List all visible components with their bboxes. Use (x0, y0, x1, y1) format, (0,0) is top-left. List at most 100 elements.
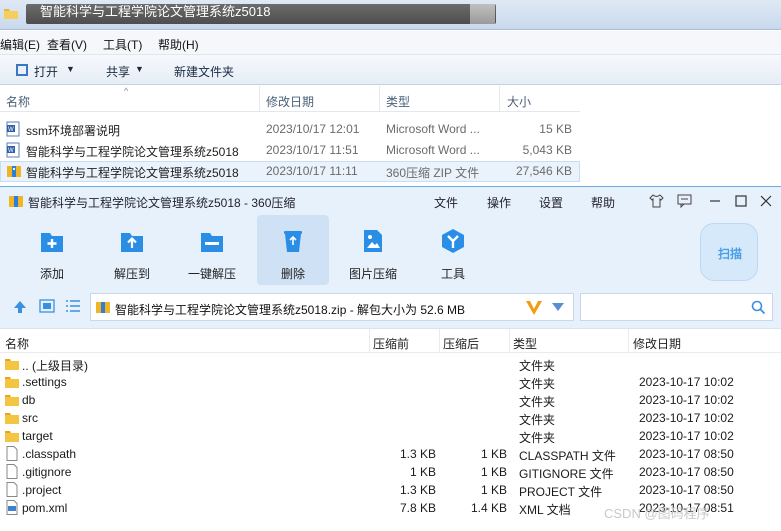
folder-icon (5, 359, 19, 370)
delete-button[interactable]: 删除 (257, 215, 329, 285)
menu-tools[interactable]: 工具(T) (103, 36, 142, 53)
list-view-icon[interactable] (65, 299, 81, 313)
menu-file[interactable]: 文件 (434, 194, 458, 211)
item-name: src (22, 411, 38, 425)
chevron-down-icon[interactable] (552, 303, 564, 311)
zip-archive-icon (7, 166, 21, 177)
minimize-icon[interactable] (708, 194, 722, 208)
recycle-bin-icon (284, 231, 302, 252)
menu-edit[interactable]: 编辑(E) (0, 36, 40, 53)
zip-app-icon (9, 196, 23, 207)
add-button[interactable]: 添加 (16, 215, 88, 285)
column-type[interactable]: 类型 (386, 93, 410, 110)
list-item[interactable]: .classpath 1.3 KB 1 KB CLASSPATH 文件 2023-10-… (0, 445, 781, 463)
item-size-before: 1 KB (409, 465, 436, 479)
word-doc-icon: W (6, 142, 20, 158)
explorer-toolbar: 打开 ▼ 共享 ▼ 新建文件夹 (0, 55, 781, 85)
folder-icon (5, 413, 19, 424)
window-title: 智能科学与工程学院论文管理系统z5018 (40, 4, 271, 19)
column-before[interactable]: 压缩前 (373, 335, 409, 352)
up-arrow-icon[interactable] (12, 299, 28, 315)
search-input[interactable] (580, 293, 773, 321)
one-click-extract-button[interactable]: 一键解压 (176, 215, 248, 285)
image-compress-button[interactable]: 图片压缩 (337, 215, 409, 285)
zip-window-title: 智能科学与工程学院论文管理系统z5018 - 360压缩 (28, 196, 296, 210)
zip-ribbon: 添加 解压到 一键解压 删除 图片压缩 工具 扫描 (0, 215, 781, 285)
path-field[interactable]: 智能科学与工程学院论文管理系统z5018.zip - 解包大小为 52.6 MB (90, 293, 574, 321)
item-name: .. (上级目录) (22, 359, 88, 373)
file-icon (6, 464, 18, 479)
file-row-selected[interactable]: 智能科学与工程学院论文管理系统z5018 2023/10/17 11:11 36… (0, 161, 580, 182)
item-type: XML 文档 (519, 503, 571, 517)
menu-help[interactable]: 帮助(H) (158, 36, 199, 53)
file-row[interactable]: W ssm环境部署说明 2023/10/17 12:01 Microsoft W… (0, 119, 580, 140)
item-type: 文件夹 (519, 413, 556, 427)
feedback-icon[interactable] (677, 194, 692, 208)
zip-titlebar: 智能科学与工程学院论文管理系统z5018 - 360压缩 文件 操作 设置 帮助 (0, 187, 781, 215)
item-size-after: 1.4 KB (470, 501, 507, 515)
list-item[interactable]: .gitignore 1 KB 1 KB GITIGNORE 文件 2023-10-17… (0, 463, 781, 481)
zip-archive-icon (96, 302, 110, 313)
item-modified: 2023-10-17 10:02 (639, 411, 734, 425)
column-modified[interactable]: 修改日期 (633, 335, 681, 352)
one-click-extract-icon (201, 233, 223, 252)
tools-button[interactable]: 工具 (417, 215, 489, 285)
item-type: 文件夹 (519, 377, 556, 391)
menu-operate[interactable]: 操作 (487, 194, 511, 211)
column-size[interactable]: 大小 (507, 93, 531, 110)
chevron-down-icon[interactable]: ▼ (135, 64, 144, 74)
extract-to-button[interactable]: 解压到 (96, 215, 168, 285)
list-item[interactable]: db 文件夹 2023-10-17 10:02 (0, 391, 781, 409)
close-icon[interactable] (759, 194, 773, 208)
scan-button[interactable]: 扫描 (700, 223, 758, 281)
item-name: .classpath (22, 447, 77, 461)
item-name: db (22, 393, 36, 407)
explorer-titlebar: 智能科学与工程学院论文管理系统z5018 (0, 0, 781, 30)
zip-column-header: 名称 压缩前 压缩后 类型 修改日期 (0, 329, 781, 353)
tools-icon (442, 229, 464, 253)
maximize-icon[interactable] (734, 194, 748, 208)
menu-settings[interactable]: 设置 (539, 194, 563, 211)
sort-up-icon: ^ (124, 86, 129, 96)
path-text: 智能科学与工程学院论文管理系统z5018.zip - 解包大小为 52.6 MB (115, 303, 466, 317)
v-verified-icon[interactable] (525, 299, 543, 316)
column-name[interactable]: 名称 (6, 93, 30, 110)
extract-to-icon (121, 233, 143, 252)
open-icon (16, 64, 28, 76)
list-item[interactable]: .project 1.3 KB 1 KB PROJECT 文件 2023-10-17 0… (0, 481, 781, 499)
item-size-after: 1 KB (480, 465, 507, 479)
folder-icon (5, 431, 19, 442)
item-modified: 2023-10-17 08:50 (639, 483, 734, 497)
menu-view[interactable]: 查看(V) (47, 36, 87, 53)
file-row[interactable]: W 智能科学与工程学院论文管理系统z5018 2023/10/17 11:51 … (0, 140, 580, 161)
item-size-before: 1.3 KB (399, 483, 436, 497)
column-modified[interactable]: 修改日期 (266, 93, 314, 110)
skin-shirt-icon[interactable] (649, 194, 664, 208)
menu-help[interactable]: 帮助 (591, 194, 615, 211)
column-after[interactable]: 压缩后 (443, 335, 479, 352)
thumbnail-view-icon[interactable] (39, 299, 55, 313)
search-icon[interactable] (751, 300, 766, 315)
new-folder-button[interactable]: 新建文件夹 (174, 63, 234, 80)
item-type: 文件夹 (519, 431, 556, 445)
chevron-down-icon[interactable]: ▼ (66, 64, 75, 74)
list-item[interactable]: src 文件夹 2023-10-17 10:02 (0, 409, 781, 427)
list-item[interactable]: .settings 文件夹 2023-10-17 10:02 (0, 373, 781, 391)
column-type[interactable]: 类型 (513, 335, 537, 352)
scan-label: 扫描 (717, 247, 742, 261)
list-item[interactable]: .. (上级目录) 文件夹 (0, 355, 781, 373)
list-item[interactable]: target 文件夹 2023-10-17 10:02 (0, 427, 781, 445)
open-button[interactable]: 打开 (34, 63, 58, 80)
svg-text:W: W (8, 127, 14, 133)
address-bar: 智能科学与工程学院论文管理系统z5018.zip - 解包大小为 52.6 MB (0, 285, 781, 329)
item-size-after: 1 KB (480, 447, 507, 461)
column-name[interactable]: 名称 (5, 335, 29, 352)
item-size-before: 7.8 KB (399, 501, 436, 515)
share-button[interactable]: 共享 (106, 63, 130, 80)
zip-window: 智能科学与工程学院论文管理系统z5018 - 360压缩 文件 操作 设置 帮助… (0, 186, 781, 531)
watermark: CSDN @图码程序 (604, 506, 710, 521)
item-modified: 2023-10-17 10:02 (639, 393, 734, 407)
item-type: 文件夹 (519, 359, 556, 373)
folder-icon (5, 395, 19, 406)
item-type: CLASSPATH 文件 (519, 449, 616, 463)
